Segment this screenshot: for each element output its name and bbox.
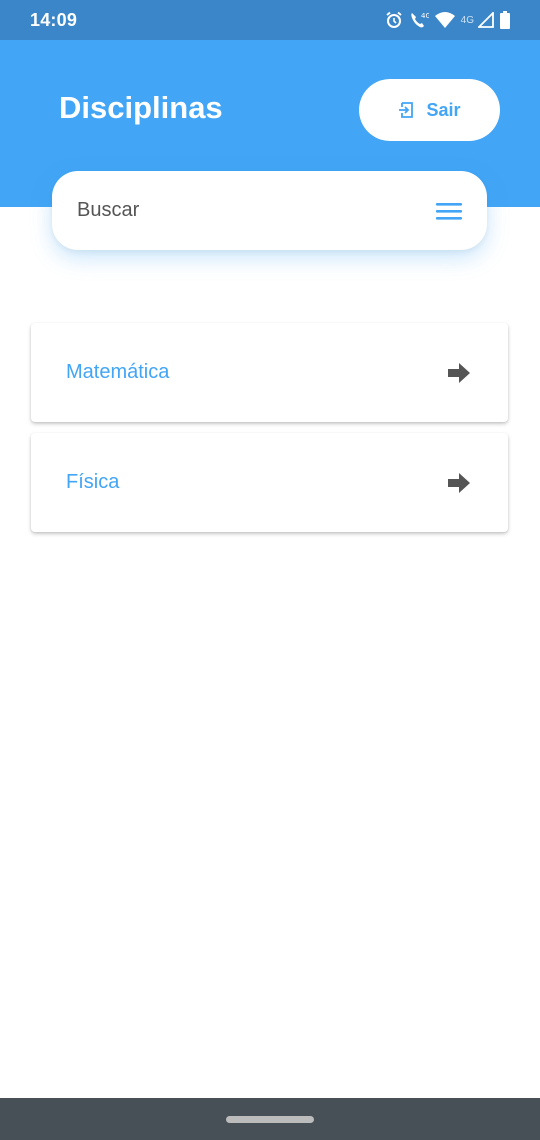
arrow-right-icon — [448, 472, 470, 493]
status-icons: 4G 4G — [385, 11, 510, 29]
menu-icon[interactable] — [436, 201, 462, 221]
volte-call-icon: 4G — [410, 12, 429, 28]
network-type-label: 4G — [460, 14, 474, 26]
battery-icon — [500, 11, 510, 29]
home-gesture-handle[interactable] — [226, 1115, 314, 1123]
logout-icon — [399, 102, 414, 118]
system-nav-bar — [0, 1098, 540, 1140]
status-time: 14:09 — [30, 9, 78, 30]
subject-label: Matemática — [66, 361, 170, 383]
logout-button[interactable]: Sair — [359, 79, 500, 141]
logout-label: Sair — [426, 99, 461, 120]
wifi-icon — [434, 12, 455, 28]
status-bar: 14:09 4G 4G — [0, 0, 540, 40]
signal-icon — [478, 12, 494, 28]
arrow-right-icon — [448, 362, 470, 383]
alarm-icon — [386, 11, 402, 28]
svg-text:4G: 4G — [421, 12, 429, 20]
subject-card-fisica[interactable]: Física — [31, 433, 508, 532]
search-bar — [52, 171, 487, 250]
page-title: Disciplinas — [59, 90, 223, 125]
subject-label: Física — [66, 471, 120, 493]
subject-card-matematica[interactable]: Matemática — [31, 323, 508, 422]
search-input[interactable] — [77, 199, 397, 222]
